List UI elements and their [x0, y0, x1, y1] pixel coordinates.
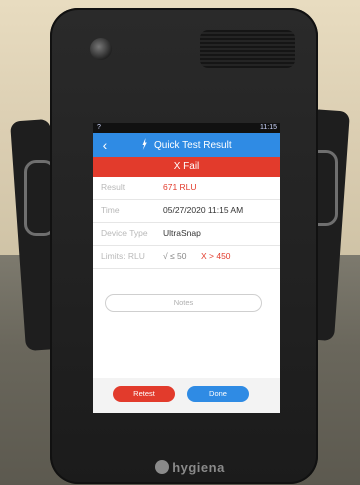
result-value: 671 RLU [163, 182, 197, 192]
status-bar: ? 11:15 [93, 123, 280, 133]
device-type-row: Device Type UltraSnap [93, 223, 280, 246]
device-screen: ? 11:15 ‹ Quick Test Result X Fail Resul… [93, 123, 280, 413]
page-title: Quick Test Result [154, 140, 232, 151]
back-arrow-icon[interactable]: ‹ [97, 137, 113, 153]
status-time: 11:15 [260, 124, 277, 131]
device-type-label: Device Type [101, 228, 148, 238]
flask-icon [142, 138, 147, 150]
done-button[interactable]: Done [187, 386, 249, 402]
time-label: Time [101, 205, 120, 215]
result-label: Result [101, 182, 126, 192]
limit-pass-value: √ ≤ 50 [163, 251, 187, 261]
limits-row: Limits: RLU √ ≤ 50 X > 450 [93, 246, 280, 269]
brand-mark-icon [155, 460, 170, 474]
fail-banner: X Fail [93, 157, 280, 177]
result-row: Result 671 RLU [93, 177, 280, 200]
device-type-value: UltraSnap [163, 228, 201, 238]
camera-lens-icon [90, 38, 112, 60]
brand-name: hygiena [172, 460, 225, 475]
header-bar: ‹ Quick Test Result [93, 133, 280, 157]
status-left: ? [97, 124, 101, 131]
retest-button[interactable]: Retest [113, 386, 175, 402]
limits-label: Limits: RLU [101, 251, 145, 261]
time-value: 05/27/2020 11:15 AM [163, 205, 244, 215]
speaker-grille [200, 30, 295, 68]
brand-logo: hygiena [135, 460, 245, 478]
time-row: Time 05/27/2020 11:15 AM [93, 200, 280, 223]
bottom-bar: Retest Done [93, 378, 280, 413]
notes-button[interactable]: Notes [105, 294, 262, 312]
limit-fail-value: X > 450 [201, 251, 231, 261]
header-title-wrap: Quick Test Result [139, 138, 232, 152]
